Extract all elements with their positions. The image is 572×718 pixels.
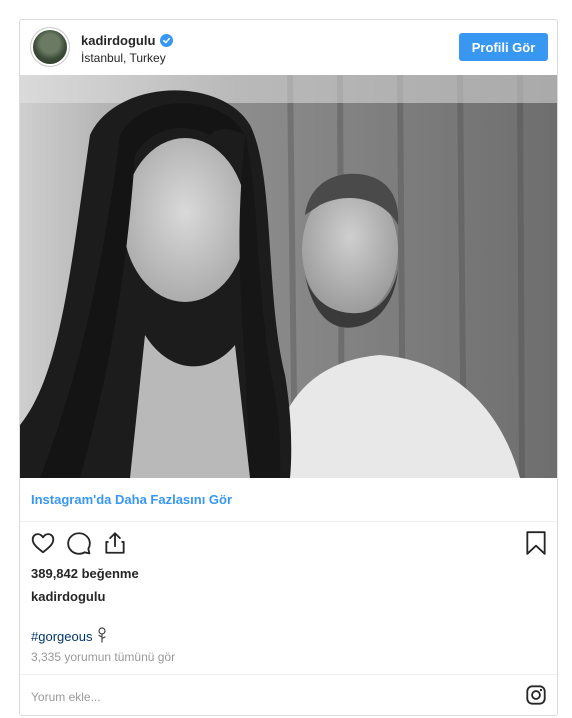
caption-text: #gorgeous bbox=[31, 627, 108, 646]
view-more-on-instagram-link[interactable]: Instagram'da Daha Fazlasını Gör bbox=[31, 492, 232, 507]
divider bbox=[20, 674, 557, 675]
add-comment-input[interactable]: Yorum ekle... bbox=[31, 690, 101, 704]
caption-username[interactable]: kadirdogulu bbox=[31, 589, 105, 604]
post-photo[interactable] bbox=[20, 75, 557, 478]
comment-icon[interactable] bbox=[66, 530, 92, 561]
avatar[interactable] bbox=[33, 30, 67, 64]
view-all-comments-link[interactable]: 3,335 yorumun tümünü gör bbox=[31, 650, 175, 664]
instagram-embed-card: kadirdogulu İstanbul, Turkey Profili Gör bbox=[19, 19, 558, 716]
view-profile-button[interactable]: Profili Gör bbox=[459, 33, 548, 61]
like-count[interactable]: 389,842 beğenme bbox=[31, 566, 139, 581]
heart-icon[interactable] bbox=[30, 530, 56, 561]
instagram-logo-icon[interactable] bbox=[525, 684, 547, 711]
rose-icon bbox=[96, 627, 108, 646]
verified-badge-icon bbox=[160, 34, 174, 47]
post-header: kadirdogulu İstanbul, Turkey Profili Gör bbox=[20, 20, 557, 75]
bookmark-icon[interactable] bbox=[524, 530, 548, 561]
divider bbox=[20, 521, 557, 522]
share-icon[interactable] bbox=[102, 530, 128, 561]
location[interactable]: İstanbul, Turkey bbox=[81, 51, 166, 65]
action-bar bbox=[30, 530, 548, 558]
username[interactable]: kadirdogulu bbox=[81, 33, 155, 48]
username-row: kadirdogulu bbox=[81, 33, 174, 48]
hashtag-link[interactable]: #gorgeous bbox=[31, 629, 92, 644]
